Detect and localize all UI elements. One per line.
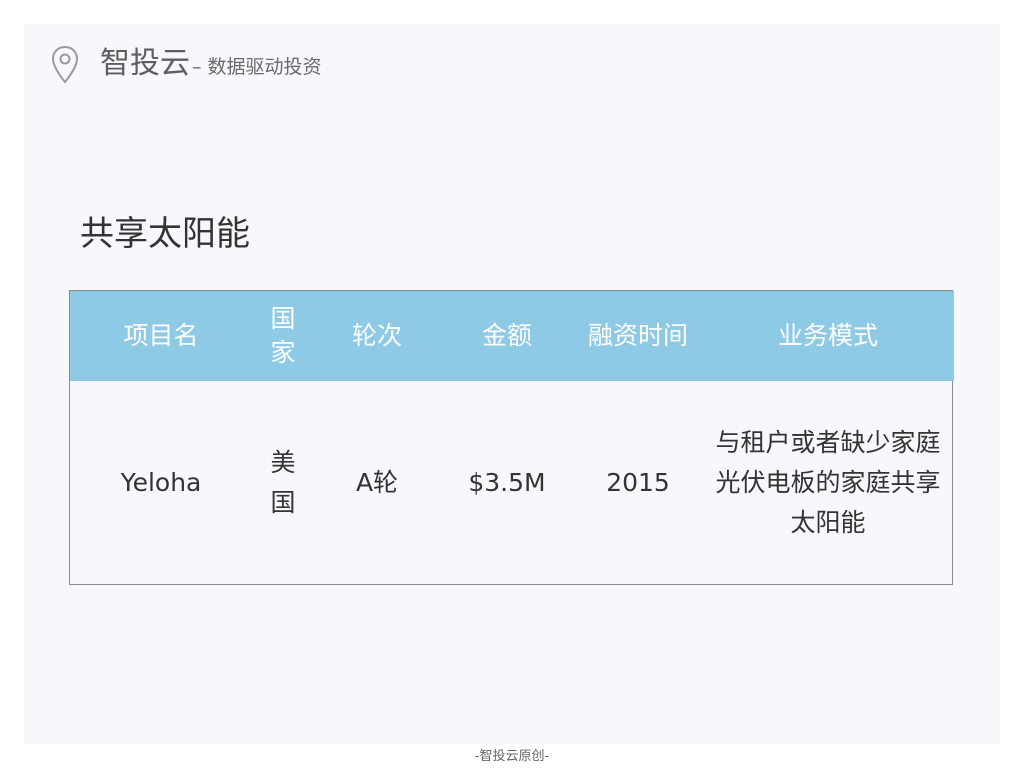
funding-table: 项目名 国家 轮次 金额 融资时间 业务模式 Yeloha 美国 A轮 $3.5… [69, 290, 954, 585]
cell-project-name: Yeloha [120, 467, 202, 497]
table-header-row: 项目名 国家 轮次 金额 融资时间 业务模式 [70, 291, 954, 381]
table-row: Yeloha 美国 A轮 $3.5M 2015 与租户或者缺少家庭光伏电板的家庭… [70, 381, 954, 584]
location-pin-icon [52, 46, 78, 84]
cell-business-model: 与租户或者缺少家庭光伏电板的家庭共享太阳能 [702, 381, 954, 584]
column-header-country: 国家 [252, 291, 314, 381]
column-header-model: 业务模式 [777, 321, 878, 350]
column-header-name: 项目名 [123, 321, 199, 350]
footer-credit: -智投云原创- [474, 749, 550, 764]
cell-round: A轮 [355, 467, 399, 497]
brand-subtitle: – 数据驱动投资 [192, 56, 322, 78]
brand-name: 智投云 [100, 46, 190, 81]
column-header-date: 融资时间 [587, 321, 688, 350]
page-title: 共享太阳能 [80, 214, 250, 254]
cell-country: 美国 [252, 381, 314, 584]
cell-country-label: 美国 [270, 447, 296, 517]
cell-year: 2015 [606, 467, 670, 497]
column-header-country-label: 国家 [270, 304, 296, 367]
column-header-round: 轮次 [351, 321, 402, 350]
column-header-amount: 金额 [481, 321, 532, 350]
cell-amount: $3.5M [468, 467, 546, 497]
cell-business-model-text: 与租户或者缺少家庭光伏电板的家庭共享太阳能 [715, 427, 941, 537]
